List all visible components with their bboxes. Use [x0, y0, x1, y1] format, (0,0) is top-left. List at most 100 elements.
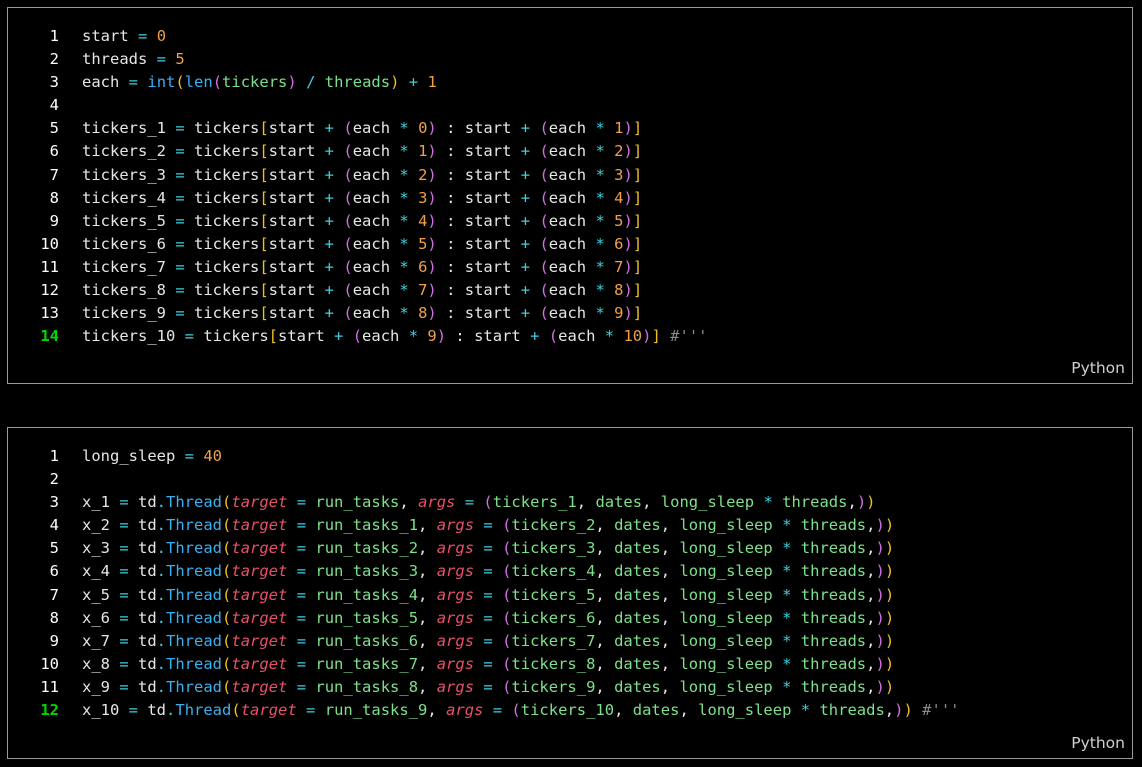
code-token: =: [119, 654, 129, 673]
language-label: Python: [1071, 734, 1125, 752]
code-token: 0: [156, 27, 167, 45]
code-token: target: [231, 516, 288, 535]
code-token: target: [231, 562, 288, 581]
code-token: 40: [203, 447, 223, 465]
code-text: tickers_4 = tickers[start + (each * 3) :…: [82, 187, 642, 210]
code-token: each: [352, 119, 400, 138]
code-token: =: [296, 654, 307, 673]
code-token: =: [184, 327, 194, 346]
code-token: =: [492, 701, 503, 720]
code-token: ): [623, 234, 633, 253]
code-token: =: [483, 677, 493, 696]
code-token: tickers_4: [82, 188, 176, 207]
code-token: tickers_1: [82, 119, 176, 138]
code-token: *: [595, 188, 605, 207]
code-token: *: [408, 327, 419, 346]
code-token: start: [268, 211, 325, 230]
code-token: +: [324, 142, 335, 161]
code-token: td: [128, 677, 157, 696]
code-token: (: [212, 73, 223, 92]
code-token: =: [175, 119, 185, 138]
code-token: long_sleep: [679, 539, 773, 558]
code-token: tickers_6: [82, 234, 176, 253]
code-token: +: [324, 257, 335, 276]
code-token: ): [884, 631, 895, 650]
code-token: ): [436, 327, 447, 346]
code-token: args: [436, 516, 475, 535]
code-token: long_sleep: [679, 516, 773, 535]
code-token: : start: [446, 327, 531, 346]
code-token: (: [222, 631, 232, 650]
code-token: each: [558, 327, 605, 346]
code-token: =: [175, 257, 185, 276]
code-token: ]: [632, 304, 643, 323]
code-token: ): [875, 539, 885, 558]
code-line: 6 x_4 = td.Thread(target = run_tasks_3, a…: [8, 560, 1132, 583]
code-token: =: [296, 631, 307, 650]
code-text: tickers_6 = tickers[start + (each * 5) :…: [82, 233, 642, 256]
code-token: start: [82, 27, 138, 45]
code-token: tickers: [222, 73, 288, 92]
code-token: args: [436, 631, 475, 650]
code-token: (: [222, 677, 232, 696]
code-token: [: [259, 234, 269, 253]
code-token: threads: [782, 493, 848, 512]
code-token: ): [884, 585, 895, 604]
code-token: .: [156, 493, 167, 512]
code-token: Thread: [166, 677, 223, 696]
code-text: x_6 = td.Thread(target = run_tasks_5, ar…: [82, 607, 894, 630]
code-token: =: [483, 539, 493, 558]
code-token: ,: [660, 562, 680, 581]
code-token: =: [483, 654, 493, 673]
code-token: dates: [614, 654, 661, 673]
code-token: run_tasks_2: [315, 539, 419, 558]
code-token: *: [399, 188, 409, 207]
code-token: tickers_2: [511, 516, 596, 535]
code-token: each: [548, 304, 596, 323]
code-token: ,: [679, 701, 699, 720]
code-token: tickers: [184, 257, 260, 276]
line-number: 6: [49, 562, 59, 581]
code-token: +: [520, 188, 531, 207]
code-token: : start: [436, 142, 521, 161]
code-text: x_9 = td.Thread(target = run_tasks_8, ar…: [82, 676, 894, 699]
code-token: ,: [660, 631, 680, 650]
code-token: +: [324, 234, 335, 253]
code-token: tickers_1: [492, 493, 577, 512]
code-line: 12 tickers_8 = tickers[start + (each * 7)…: [8, 279, 1132, 302]
code-token: ,: [660, 585, 680, 604]
code-token: long_sleep: [679, 562, 773, 581]
code-token: long_sleep: [679, 585, 773, 604]
code-token: each: [548, 257, 596, 276]
code-token: 10: [623, 327, 643, 346]
code-token: =: [175, 281, 185, 300]
code-token: ,: [660, 539, 680, 558]
line-number: 8: [49, 188, 59, 207]
code-token: : start: [436, 119, 521, 138]
code-token: (: [343, 165, 353, 184]
code-token: *: [399, 142, 409, 161]
code-text: tickers_8 = tickers[start + (each * 7) :…: [82, 279, 642, 302]
code-token: each: [352, 211, 400, 230]
line-number: 14: [40, 327, 59, 346]
code-token: : start: [436, 188, 521, 207]
code-token: =: [296, 539, 307, 558]
code-token: +: [324, 188, 335, 207]
code-token: dates: [614, 585, 661, 604]
code-token: *: [595, 281, 605, 300]
